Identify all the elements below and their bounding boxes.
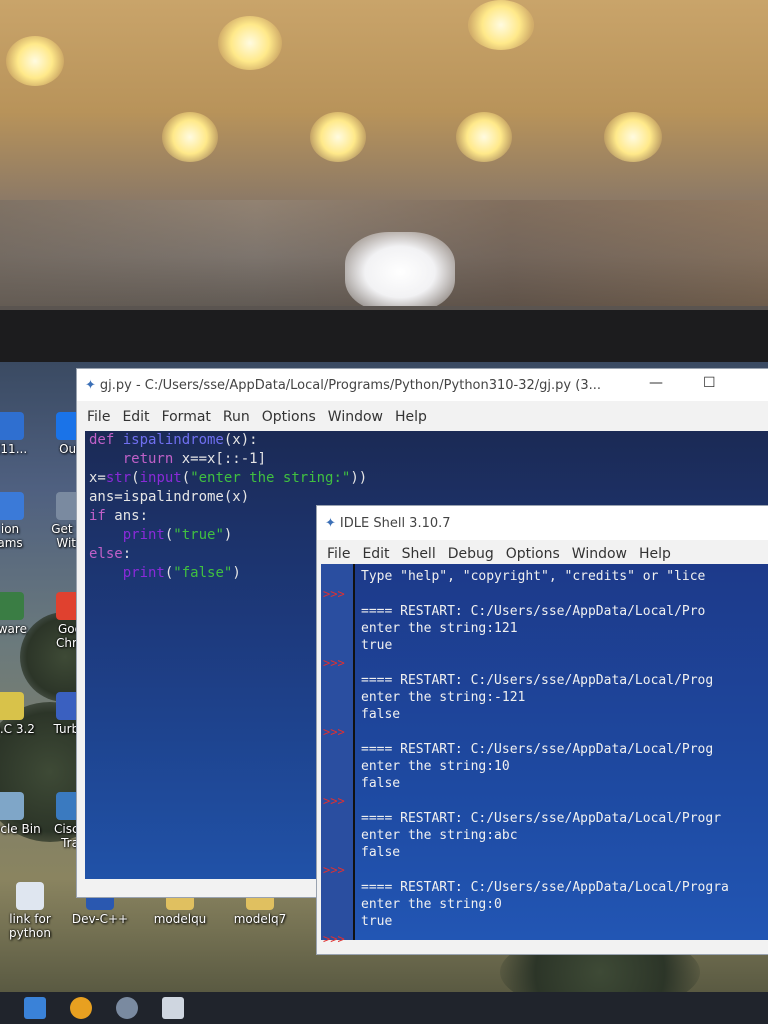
shell-output-line: false (361, 776, 401, 791)
code-token: ans=ispalindrome(x) (89, 489, 250, 505)
shell-input-line: enter the string:abc (361, 828, 518, 843)
settings-icon[interactable] (116, 997, 138, 1019)
shell-restart-line: ==== RESTART: C:/Users/sse/AppData/Local… (361, 673, 714, 688)
ceiling-light (6, 36, 64, 86)
code-token: "true" (173, 527, 224, 543)
code-line: return x==x[::-1] (85, 450, 768, 469)
shell-output-line: true (361, 638, 393, 653)
code-token: "enter the string:" (190, 470, 351, 486)
shell-title: IDLE Shell 3.10.7 (339, 515, 451, 531)
shell-prompt: >>> (323, 587, 345, 601)
code-token: ) (232, 565, 241, 581)
desktop-icon-label: modelqu (153, 912, 207, 926)
shell-menu-debug[interactable]: Debug (448, 546, 494, 562)
code-token: else (89, 546, 123, 562)
shell-output[interactable]: >>> >>> >>> >>> >>> >>> Type "help", "copyrig… (321, 564, 768, 946)
ceiling-light (310, 112, 366, 162)
shell-restart-line: ==== RESTART: C:/Users/sse/AppData/Local… (361, 880, 729, 895)
recycle-bin-icon (0, 792, 24, 820)
code-line: x=str(input("enter the string:")) (85, 469, 768, 488)
ceiling-light (218, 16, 282, 70)
desktop-icon-label: Dev-C++ (71, 912, 129, 926)
shell-menu-help[interactable]: Help (639, 546, 671, 562)
taskbar (0, 992, 768, 1024)
window-glow (345, 232, 455, 312)
shell-restart-line: ==== RESTART: C:/Users/sse/AppData/Local… (361, 604, 706, 619)
shell-menu-options[interactable]: Options (506, 546, 560, 562)
maximize-icon[interactable]: ☐ (703, 375, 716, 391)
shell-menu-window[interactable]: Window (572, 546, 627, 562)
room-background (0, 0, 768, 320)
editor-menu-run[interactable]: Run (223, 409, 250, 425)
shell-restart-line: ==== RESTART: C:/Users/sse/AppData/Local… (361, 811, 722, 826)
document-icon (16, 882, 44, 910)
shell-menubar: File Edit Shell Debug Options Window Help (317, 542, 768, 566)
code-token: ispalindrome (122, 432, 224, 448)
editor-menu-options[interactable]: Options (262, 409, 316, 425)
shell-input-line: enter the string:-121 (361, 690, 526, 705)
editor-menu-help[interactable]: Help (395, 409, 427, 425)
shell-banner: Type "help", "copyright", "credits" or "… (361, 569, 706, 584)
shell-prompt: >>> (323, 932, 345, 946)
ceiling-light (604, 112, 662, 162)
code-token: x= (89, 470, 106, 486)
code-token: (x): (223, 432, 258, 448)
program-icon (0, 492, 24, 520)
code-token: input (139, 470, 182, 486)
editor-titlebar[interactable]: ✦ gj.py - C:/Users/sse/AppData/Local/Pro… (77, 369, 768, 401)
shell-prompt: >>> (323, 725, 345, 739)
editor-menu-window[interactable]: Window (328, 409, 383, 425)
monitor-top-edge (0, 306, 768, 310)
code-line: def ispalindrome(x): (85, 431, 768, 450)
editor-menu-edit[interactable]: Edit (122, 409, 149, 425)
code-token: if (89, 508, 115, 524)
shell-output-line: false (361, 845, 401, 860)
ceiling-light (468, 0, 534, 50)
shell-menu-file[interactable]: File (327, 546, 350, 562)
code-token: print (89, 565, 165, 581)
code-token: print (89, 527, 165, 543)
software-icon (0, 592, 24, 620)
minimize-icon[interactable]: — (649, 375, 663, 391)
code-token: )) (350, 470, 368, 486)
code-token: : (122, 546, 132, 562)
code-token: "false" (173, 565, 233, 581)
shell-titlebar[interactable]: ✦ IDLE Shell 3.10.7 (317, 506, 768, 540)
shell-restart-line: ==== RESTART: C:/Users/sse/AppData/Local… (361, 742, 714, 757)
idle-feather-icon: ✦ (85, 377, 96, 393)
code-token: ) (223, 527, 233, 543)
ceiling-light (162, 112, 218, 162)
shell-input-line: enter the string:10 (361, 759, 510, 774)
code-token: str (105, 470, 132, 486)
prompt-gutter: >>> >>> >>> >>> >>> >>> (321, 564, 355, 946)
editor-menu-format[interactable]: Format (162, 409, 211, 425)
turbo-folder-icon (0, 692, 24, 720)
code-token: ans: (114, 508, 149, 524)
shell-prompt: >>> (323, 656, 345, 670)
idle-shell-window[interactable]: ✦ IDLE Shell 3.10.7 File Edit Shell Debug Op… (316, 505, 768, 955)
shell-menu-edit[interactable]: Edit (362, 546, 389, 562)
idle-feather-icon: ✦ (325, 515, 336, 531)
code-token: ( (181, 470, 191, 486)
desktop-icon-label: modelq7 (233, 912, 287, 926)
ceiling-light (456, 112, 512, 162)
code-token: return (89, 451, 182, 467)
shell-input-line: enter the string:121 (361, 621, 518, 636)
code-token: x==x[::-1] (181, 451, 267, 467)
windows-icon[interactable] (24, 997, 46, 1019)
shell-input-line: enter the string:0 (361, 897, 502, 912)
shell-prompt: >>> (323, 794, 345, 808)
file-icon[interactable] (162, 997, 184, 1019)
shell-menu-shell[interactable]: Shell (402, 546, 436, 562)
editor-menubar: File Edit Format Run Options Window Help (77, 405, 768, 429)
chrome-icon[interactable] (70, 997, 92, 1019)
editor-title: gj.py - C:/Users/sse/AppData/Local/Progr… (99, 377, 601, 393)
code-token: ( (131, 470, 140, 486)
shell-output-line: true (361, 914, 393, 929)
code-token: def (89, 432, 123, 448)
app-icon (0, 412, 24, 440)
shell-prompt: >>> (323, 863, 345, 877)
shell-output-line: false (361, 707, 401, 722)
editor-menu-file[interactable]: File (87, 409, 110, 425)
